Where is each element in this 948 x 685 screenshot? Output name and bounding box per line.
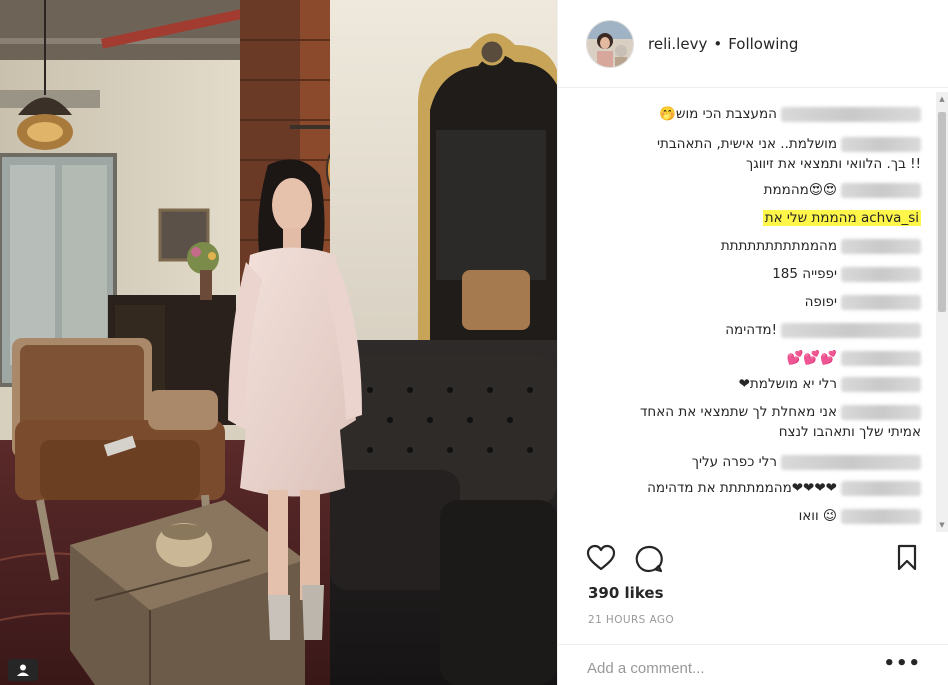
blurred-username[interactable] <box>841 508 921 524</box>
blurred-username[interactable] <box>841 350 921 366</box>
scroll-up-arrow-icon[interactable]: ▲ <box>938 94 946 104</box>
user-tag-icon[interactable] <box>8 659 38 681</box>
username-link[interactable]: reli.levy <box>648 35 707 53</box>
blurred-username[interactable] <box>841 136 921 152</box>
add-comment-bar: ••• <box>558 644 948 685</box>
add-comment-input[interactable] <box>587 657 877 679</box>
blurred-username[interactable] <box>781 322 921 338</box>
comment-text: יפפייה 185 <box>772 266 837 282</box>
comment-row: אמיתי שלך ותאהבו לנצח <box>779 422 921 442</box>
comment-text: רלי יא מושלמת❤ <box>738 376 837 392</box>
post-actions <box>586 540 926 576</box>
comment-row: !! בך. הלוואי ותמצאי את זיווגך <box>746 154 921 174</box>
comment-row: achva_si מהממת שלי את <box>762 208 921 228</box>
comment-text: מושלמת.. אני אישית, התאהבתי <box>656 136 837 152</box>
comment-row: המעצבת הכי מוש🤭 <box>659 104 921 124</box>
comment-bubble-icon[interactable] <box>634 544 664 578</box>
comment-text: !! בך. הלוואי ותמצאי את זיווגך <box>745 156 921 172</box>
comment-row: 😍😍מהממת <box>764 180 921 200</box>
blurred-username[interactable] <box>841 480 921 496</box>
avatar[interactable] <box>586 19 634 68</box>
comment-text: רלי כפרה עליך <box>691 454 777 470</box>
comment-text: אני מאחלת לך שתמצאי את האחד <box>640 404 837 420</box>
comment-row: מושלמת.. אני אישית, התאהבתי <box>657 134 921 154</box>
comment-row: 😉 וואו <box>799 506 921 526</box>
post-details-panel: reli.levy • Following המעצבת הכי מוש🤭 מו… <box>557 0 948 685</box>
comment-text: אמיתי שלך ותאהבו לנצח <box>778 424 921 440</box>
blurred-username[interactable] <box>841 376 921 392</box>
comment-text: 😉 וואו <box>798 508 837 524</box>
heart-icon[interactable] <box>586 544 616 576</box>
blurred-username[interactable] <box>841 404 921 420</box>
comment-text: 💕💕💕 <box>786 350 837 366</box>
comment-row: אני מאחלת לך שתמצאי את האחד <box>640 402 921 422</box>
highlighted-comment-text: achva_si מהממת שלי את <box>762 210 921 226</box>
comment-row: מהממתתתתתתתתת <box>721 236 921 256</box>
comments-list[interactable]: המעצבת הכי מוש🤭 מושלמת.. אני אישית, התאה… <box>558 96 935 528</box>
comment-row: רלי כפרה עליך <box>692 452 921 472</box>
comment-text: !מדהימה <box>725 322 777 338</box>
comments-scrollbar[interactable]: ▲ ▼ <box>936 92 948 532</box>
comment-row: יפופה <box>805 292 921 312</box>
comment-text: המעצבת הכי מוש🤭 <box>659 106 777 122</box>
comment-row: 💕💕💕 <box>787 348 921 368</box>
separator-dot: • <box>713 34 723 53</box>
following-button[interactable]: Following <box>728 35 798 53</box>
post-header: reli.levy • Following <box>558 0 948 88</box>
comment-row: רלי יא מושלמת❤ <box>739 374 921 394</box>
comment-text: 😍😍מהממת <box>763 182 837 198</box>
comment-row: יפפייה 185 <box>772 264 921 284</box>
comment-row: ❤❤❤❤מהממתתתת את מדהימה <box>647 478 921 498</box>
comment-text: ❤❤❤❤מהממתתתת את מדהימה <box>647 480 837 496</box>
blurred-username[interactable] <box>841 294 921 310</box>
comment-text: יפופה <box>804 294 837 310</box>
scroll-down-arrow-icon[interactable]: ▼ <box>938 520 946 530</box>
comment-row: !מדהימה <box>725 320 921 340</box>
blurred-username[interactable] <box>841 266 921 282</box>
post-photo-image <box>0 0 557 685</box>
post-photo[interactable] <box>0 0 557 685</box>
likes-count[interactable]: 390 likes <box>588 584 664 602</box>
blurred-username[interactable] <box>781 454 921 470</box>
post-timestamp[interactable]: 21 HOURS AGO <box>588 614 674 626</box>
more-options-icon[interactable]: ••• <box>883 655 921 673</box>
blurred-username[interactable] <box>841 182 921 198</box>
comment-text: מהממתתתתתתתתת <box>720 238 837 254</box>
scrollbar-thumb[interactable] <box>938 112 946 312</box>
blurred-username[interactable] <box>841 238 921 254</box>
blurred-username[interactable] <box>781 106 921 122</box>
bookmark-icon[interactable] <box>896 544 918 576</box>
